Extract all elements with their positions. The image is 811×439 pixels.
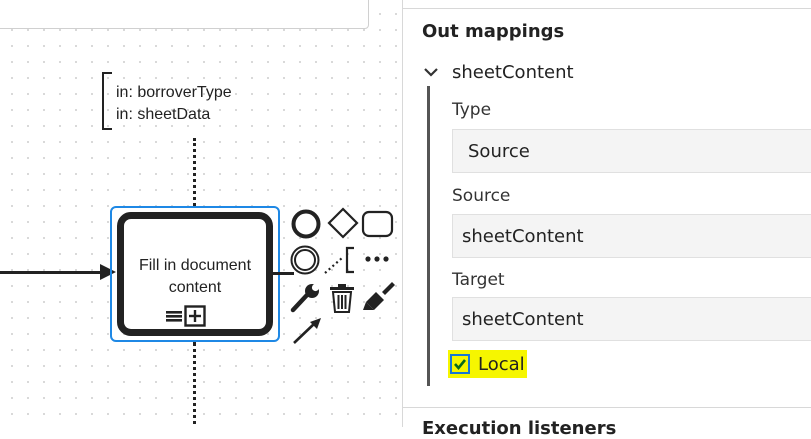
trash-icon[interactable]: [328, 282, 356, 314]
text-annotation-icon[interactable]: [322, 244, 358, 276]
group-title-out-mappings[interactable]: Out mappings: [422, 21, 564, 42]
properties-top-border: [403, 0, 811, 9]
source-input-value: sheetContent: [462, 225, 584, 247]
local-label[interactable]: Local: [478, 354, 525, 375]
target-input[interactable]: sheetContent: [452, 297, 811, 341]
bpmn-canvas[interactable]: in: borroverType in: sheetData Fill in d…: [0, 0, 402, 427]
gateway-icon[interactable]: [326, 206, 360, 240]
association-line-bottom[interactable]: [193, 342, 196, 427]
canvas-edge-gap: [393, 265, 402, 277]
task-markers: [166, 305, 206, 327]
wrench-icon[interactable]: [290, 282, 322, 314]
canvas-top-panel: [0, 0, 369, 29]
group-title-execution-listeners[interactable]: Execution listeners: [422, 418, 616, 439]
connect-arrow-icon[interactable]: [291, 316, 323, 346]
type-select-value: Source: [468, 140, 530, 162]
source-label: Source: [452, 186, 511, 206]
checkmark-icon: [454, 359, 467, 371]
sequence-flow[interactable]: [0, 271, 112, 274]
annotation-line-2: in: sheetData: [116, 106, 211, 123]
end-event-icon[interactable]: [290, 208, 324, 240]
text-annotation[interactable]: in: borroverType in: sheetData: [102, 72, 262, 134]
properties-panel: Out mappings sheetContent Type Source So…: [402, 0, 811, 439]
target-label: Target: [452, 270, 505, 290]
group-divider: [403, 407, 811, 408]
task-icon[interactable]: [361, 210, 395, 238]
checkbox-inner: [452, 356, 468, 372]
type-select[interactable]: Source: [452, 129, 811, 173]
local-checkbox[interactable]: [450, 354, 470, 374]
annotation-line-1: in: borroverType: [116, 84, 232, 101]
local-checkbox-row[interactable]: Local: [448, 350, 527, 378]
multi-instance-icon: [166, 311, 182, 322]
subprocess-expand-icon: [184, 305, 206, 327]
paint-brush-icon[interactable]: [362, 280, 396, 312]
type-label: Type: [452, 100, 492, 120]
mapping-entry-bar: [427, 86, 430, 386]
target-input-value: sheetContent: [462, 308, 584, 330]
task-fill-in-document-content[interactable]: Fill in document content: [117, 212, 273, 336]
mapping-entry-title[interactable]: sheetContent: [452, 62, 574, 83]
annotation-bracket: [102, 72, 112, 130]
source-input[interactable]: sheetContent: [452, 214, 811, 258]
task-label: Fill in document content: [138, 257, 252, 296]
intermediate-event-icon[interactable]: [289, 244, 323, 278]
association-line-top[interactable]: [193, 138, 196, 206]
chevron-down-icon[interactable]: [422, 64, 440, 82]
more-icon[interactable]: [362, 250, 394, 268]
